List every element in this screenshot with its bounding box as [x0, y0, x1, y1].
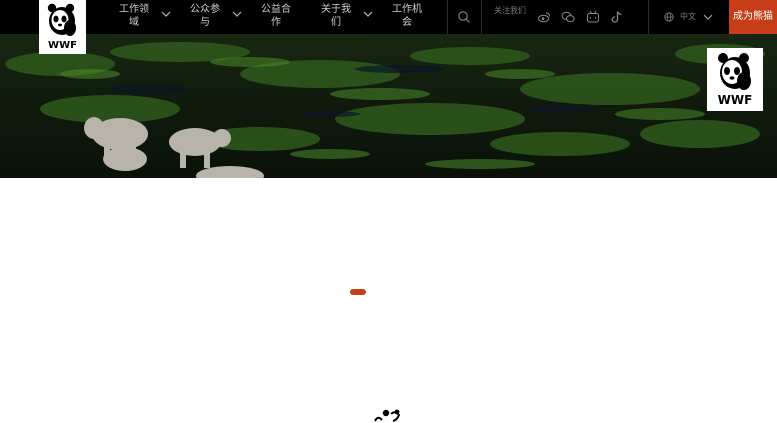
wechat-icon[interactable]: [561, 10, 575, 24]
hero-banner: [0, 34, 777, 178]
hero-image: [0, 34, 777, 178]
divider: [648, 0, 649, 34]
chevron-down-icon[interactable]: [161, 9, 171, 19]
become-panda-member-button[interactable]: 成为熊猫客: [729, 0, 777, 56]
wwf-logo-badge: WWF: [707, 48, 763, 111]
nav-item-label: 公众参与: [190, 4, 220, 28]
nav-item-about-us[interactable]: 关于我们: [320, 3, 352, 31]
chevron-down-icon[interactable]: [232, 9, 242, 19]
top-navigation-bar: 工作领域 公众参与 公益合作 关于我们 工作机会 关注我们 中文 成为熊猫: [0, 0, 777, 56]
nav-item-work-areas[interactable]: 工作领域: [118, 3, 150, 31]
divider: [447, 0, 448, 34]
search-icon[interactable]: [457, 10, 471, 24]
chevron-down-icon[interactable]: [363, 9, 373, 19]
nav-item-partnerships[interactable]: 公益合作: [260, 3, 292, 31]
nav-item-careers[interactable]: 工作机会: [391, 3, 423, 31]
language-label: 中文: [680, 12, 696, 21]
logo-wordmark: WWF: [718, 93, 753, 107]
panda-mark-icon: [374, 409, 401, 422]
loading-indicator: [350, 289, 366, 295]
panda-logo-icon: WWF: [47, 3, 77, 51]
nav-item-label: 工作领域: [119, 4, 149, 28]
globe-icon: [664, 12, 674, 22]
follow-us-label: 关注我们: [494, 6, 526, 15]
chevron-down-icon[interactable]: [703, 12, 713, 22]
wwf-logo[interactable]: WWF: [39, 0, 86, 54]
nav-item-public-engagement[interactable]: 公众参与: [189, 3, 221, 31]
nav-item-label: 公益合作: [261, 4, 291, 28]
divider: [481, 0, 482, 34]
panda-logo-icon: WWF: [718, 53, 753, 107]
bilibili-icon[interactable]: [586, 10, 600, 24]
nav-item-label: 关于我们: [321, 4, 351, 28]
tiktok-icon[interactable]: [610, 10, 624, 24]
logo-wordmark: WWF: [48, 40, 77, 51]
weibo-icon[interactable]: [537, 10, 551, 24]
nav-item-label: 工作机会: [392, 4, 422, 28]
